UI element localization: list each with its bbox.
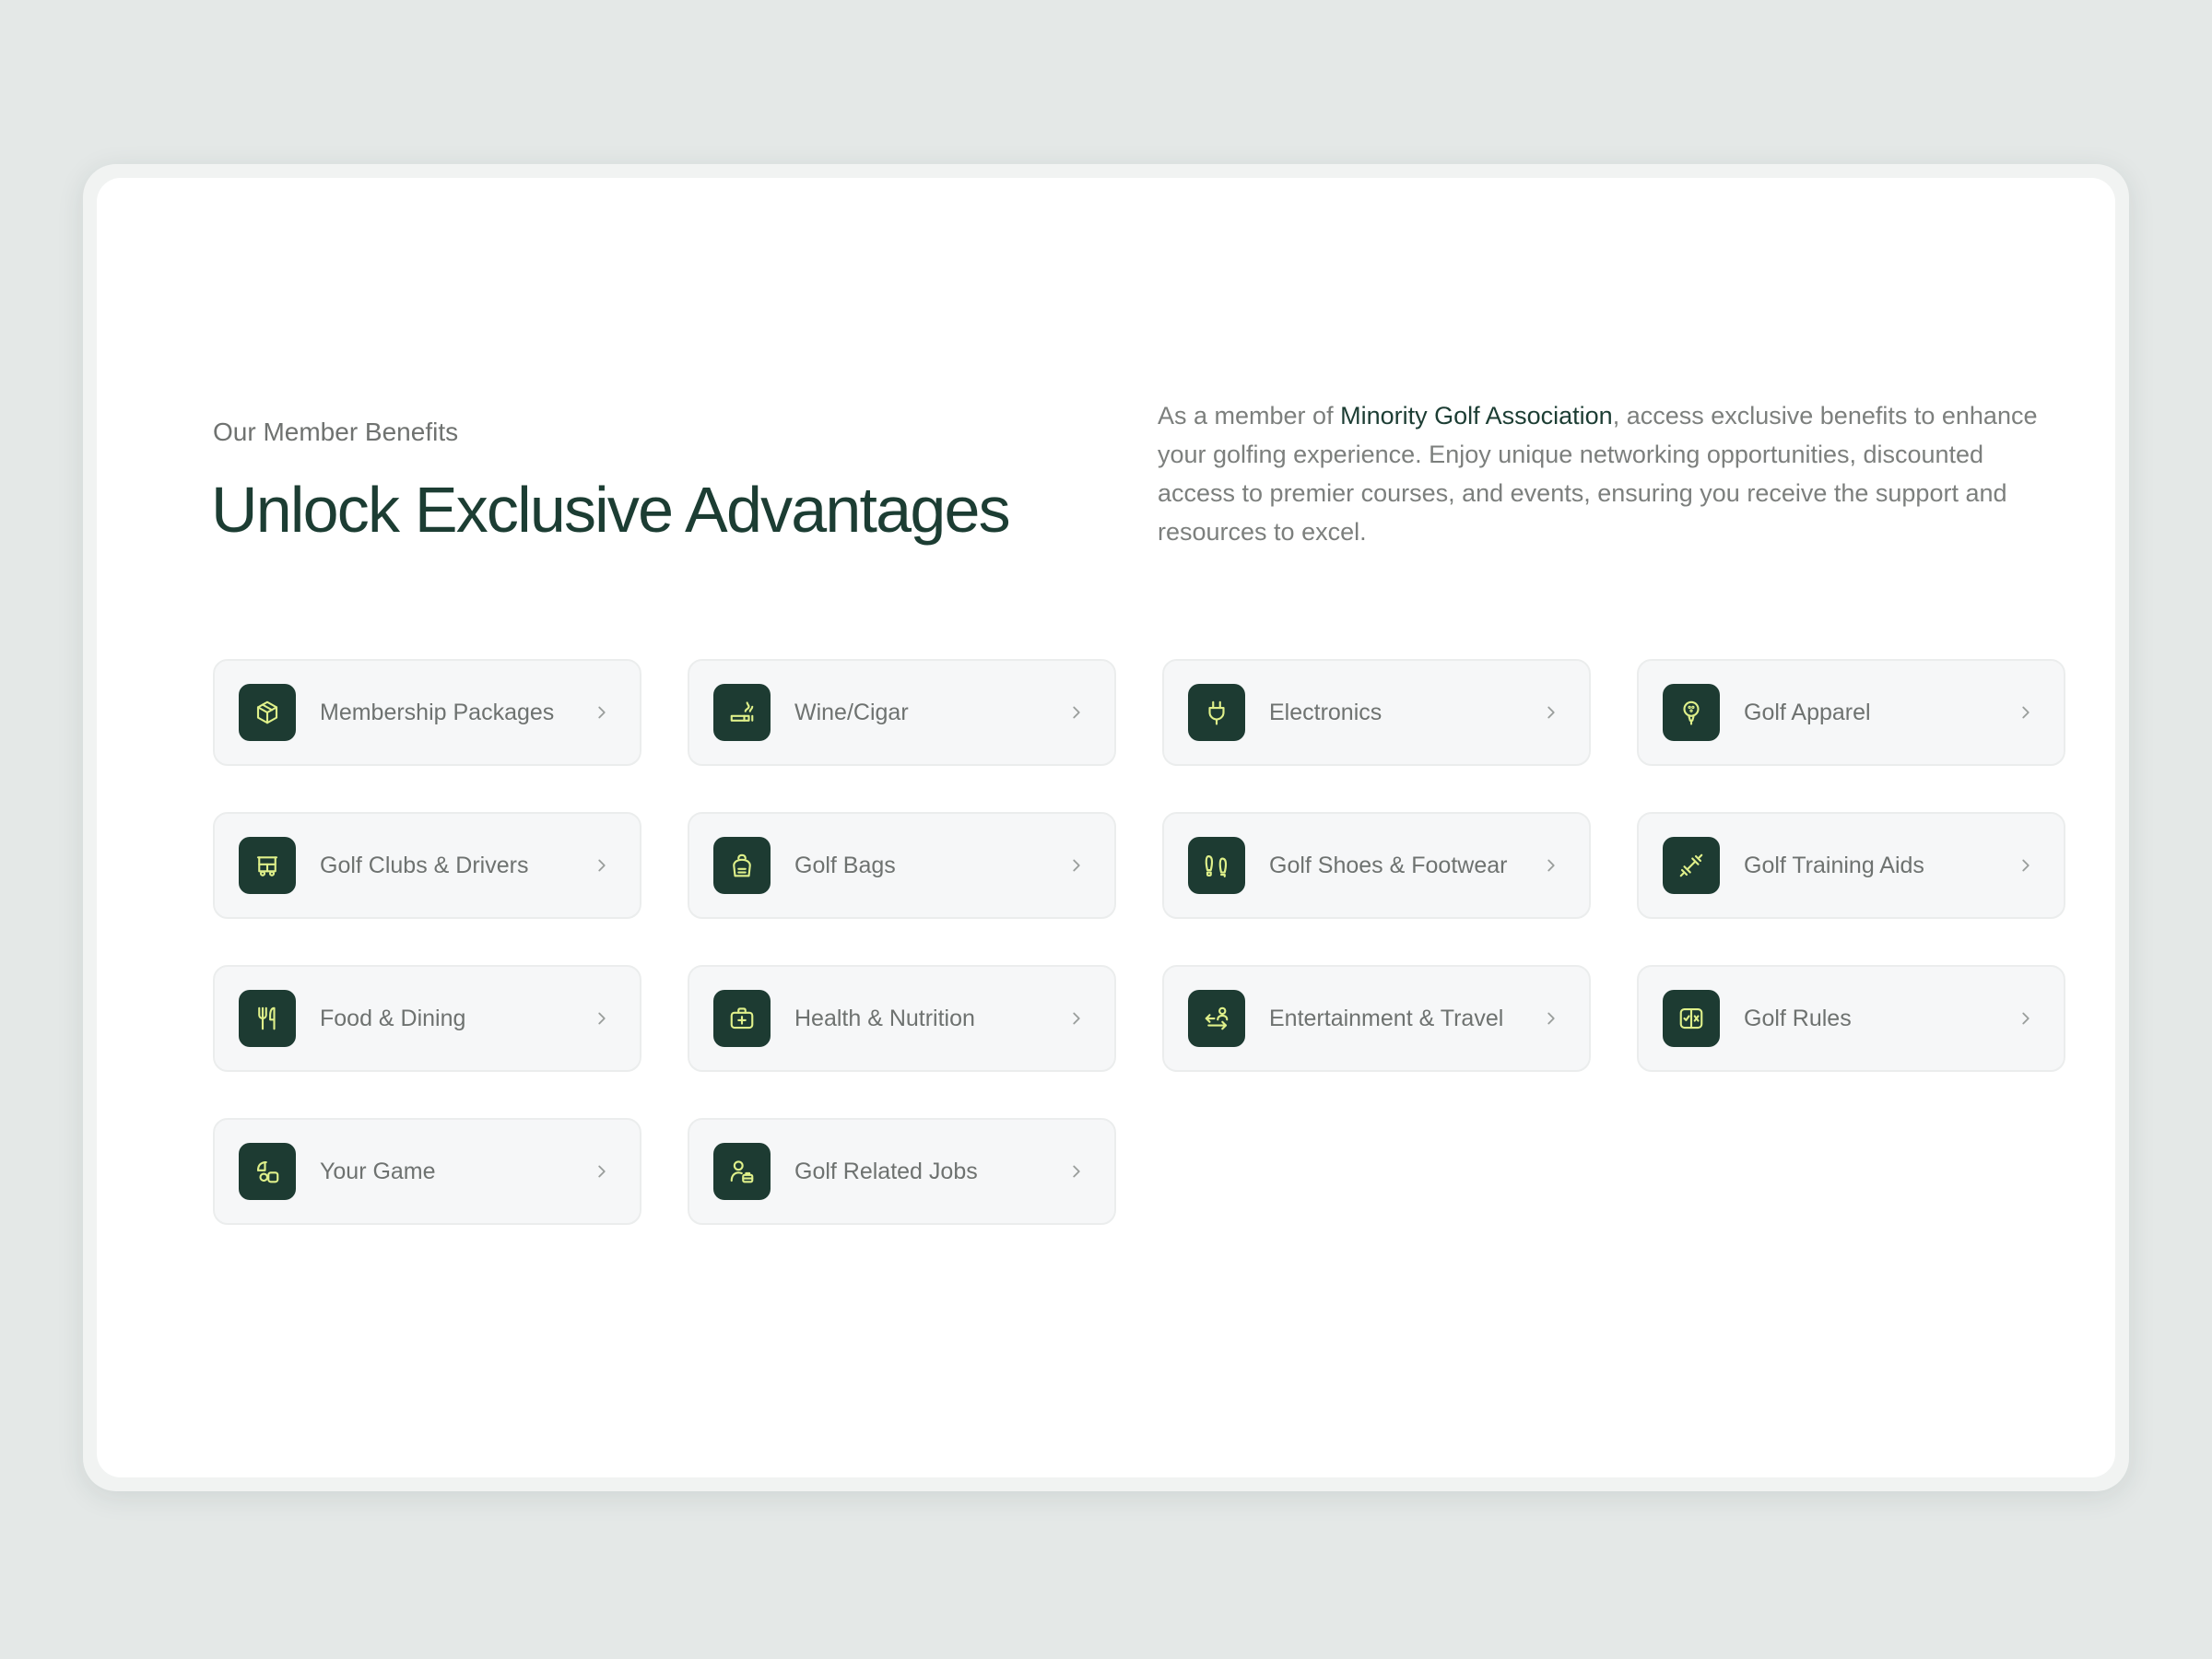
chevron-right-icon — [592, 1161, 612, 1182]
benefit-label: Health & Nutrition — [794, 1005, 975, 1031]
benefit-label: Food & Dining — [320, 1005, 466, 1031]
page-frame: Our Member Benefits Unlock Exclusive Adv… — [83, 164, 2129, 1491]
chevron-right-icon — [2016, 702, 2036, 723]
benefit-item-health-nutrition[interactable]: Health & Nutrition — [688, 965, 1116, 1072]
benefit-item-membership-packages[interactable]: Membership Packages — [213, 659, 641, 766]
medical-kit-icon — [713, 990, 771, 1047]
benefit-label: Golf Shoes & Footwear — [1269, 852, 1508, 878]
intro-prefix: As a member of — [1158, 402, 1341, 429]
organization-name: Minority Golf Association — [1340, 402, 1613, 429]
package-icon — [239, 684, 296, 741]
benefit-label: Golf Apparel — [1744, 699, 1871, 725]
intro-paragraph: As a member of Minority Golf Association… — [1158, 396, 2061, 551]
footprints-icon — [1188, 837, 1245, 894]
chevron-right-icon — [592, 702, 612, 723]
page-title: Unlock Exclusive Advantages — [211, 474, 1011, 546]
benefit-item-golf-clubs-drivers[interactable]: Golf Clubs & Drivers — [213, 812, 641, 919]
benefit-item-golf-rules[interactable]: Golf Rules — [1637, 965, 2065, 1072]
benefit-label: Wine/Cigar — [794, 699, 909, 725]
rule-book-icon — [1663, 990, 1720, 1047]
chevron-right-icon — [592, 855, 612, 876]
job-seeker-icon — [713, 1143, 771, 1200]
benefit-item-food-dining[interactable]: Food & Dining — [213, 965, 641, 1072]
game-shapes-icon — [239, 1143, 296, 1200]
dumbbell-icon — [1663, 837, 1720, 894]
benefit-label: Your Game — [320, 1158, 436, 1184]
benefits-card: Our Member Benefits Unlock Exclusive Adv… — [97, 178, 2115, 1477]
benefit-item-golf-shoes-footwear[interactable]: Golf Shoes & Footwear — [1162, 812, 1591, 919]
golf-cart-icon — [239, 837, 296, 894]
benefit-label: Membership Packages — [320, 699, 555, 725]
benefit-item-golf-related-jobs[interactable]: Golf Related Jobs — [688, 1118, 1116, 1225]
benefit-item-golf-training-aids[interactable]: Golf Training Aids — [1637, 812, 2065, 919]
cigar-icon — [713, 684, 771, 741]
chevron-right-icon — [1541, 702, 1561, 723]
chevron-right-icon — [1066, 1008, 1087, 1029]
benefit-label: Golf Clubs & Drivers — [320, 852, 529, 878]
benefit-label: Golf Training Aids — [1744, 852, 1924, 878]
benefit-item-golf-apparel[interactable]: Golf Apparel — [1637, 659, 2065, 766]
benefit-item-wine-cigar[interactable]: Wine/Cigar — [688, 659, 1116, 766]
benefit-item-your-game[interactable]: Your Game — [213, 1118, 641, 1225]
benefit-label: Electronics — [1269, 699, 1382, 725]
chevron-right-icon — [2016, 1008, 2036, 1029]
section-eyebrow: Our Member Benefits — [213, 418, 459, 446]
utensils-icon — [239, 990, 296, 1047]
chevron-right-icon — [1541, 1008, 1561, 1029]
benefit-label: Entertainment & Travel — [1269, 1005, 1504, 1031]
chevron-right-icon — [1541, 855, 1561, 876]
chevron-right-icon — [2016, 855, 2036, 876]
chevron-right-icon — [1066, 702, 1087, 723]
chevron-right-icon — [1066, 855, 1087, 876]
benefit-label: Golf Related Jobs — [794, 1158, 978, 1184]
golf-bag-icon — [713, 837, 771, 894]
benefit-item-entertainment-travel[interactable]: Entertainment & Travel — [1162, 965, 1591, 1072]
benefit-item-golf-bags[interactable]: Golf Bags — [688, 812, 1116, 919]
benefit-label: Golf Bags — [794, 852, 896, 878]
chevron-right-icon — [1066, 1161, 1087, 1182]
plug-icon — [1188, 684, 1245, 741]
traveler-icon — [1188, 990, 1245, 1047]
benefits-grid: Membership Packages Wine/Cigar Electroni… — [213, 659, 2065, 1225]
golf-ball-tee-icon — [1663, 684, 1720, 741]
benefit-label: Golf Rules — [1744, 1005, 1852, 1031]
benefit-item-electronics[interactable]: Electronics — [1162, 659, 1591, 766]
chevron-right-icon — [592, 1008, 612, 1029]
